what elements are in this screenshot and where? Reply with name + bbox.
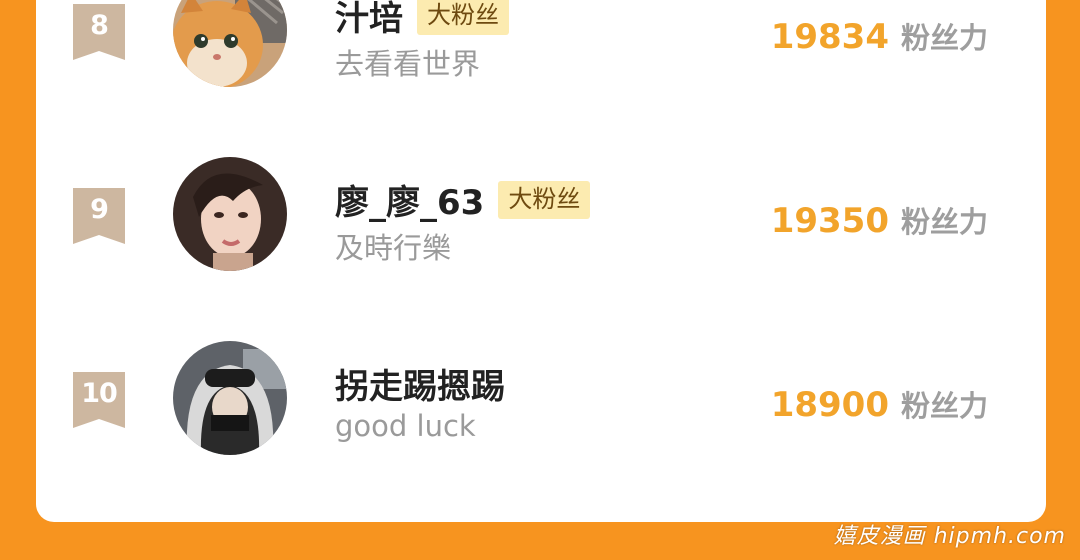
fan-power-score: 19350 粉丝力 [771, 199, 988, 241]
rank-ribbon-icon: 9 [73, 188, 125, 244]
user-signature: 去看看世界 [335, 47, 481, 81]
score-value: 19834 [770, 17, 889, 57]
rank-number: 10 [81, 378, 118, 409]
score-value: 18900 [770, 385, 889, 425]
score-unit: 粉丝力 [900, 205, 988, 239]
fan-level-badge: 大粉丝 [417, 0, 509, 35]
score-unit: 粉丝力 [900, 389, 988, 423]
ranking-row[interactable]: 8 汁培 大粉丝 去看看世界 19834 粉丝力 [36, 0, 1046, 112]
rank-ribbon-icon: 8 [73, 4, 125, 60]
user-signature: good luck [335, 409, 476, 443]
hooded-person-avatar[interactable] [173, 341, 287, 455]
ranking-row[interactable]: 10 拐走踢摁踢 good luck 18900 粉丝力 [36, 330, 1046, 480]
user-name[interactable]: 廖_廖_63 [335, 175, 484, 224]
rank-number: 9 [90, 194, 109, 225]
user-name[interactable]: 拐走踢摁踢 [335, 359, 505, 408]
fan-power-score: 18900 粉丝力 [771, 383, 988, 425]
fan-power-score: 19834 粉丝力 [771, 15, 988, 57]
fan-ranking-card: 8 汁培 大粉丝 去看看世界 19834 粉丝力 9 廖_廖_63 大粉丝 及時… [36, 0, 1046, 522]
ranking-row[interactable]: 9 廖_廖_63 大粉丝 及時行樂 19350 粉丝力 [36, 146, 1046, 296]
cat-avatar[interactable] [173, 0, 287, 87]
score-value: 19350 [770, 201, 889, 241]
rank-ribbon-icon: 10 [73, 372, 125, 428]
user-signature: 及時行樂 [335, 231, 452, 265]
user-name[interactable]: 汁培 [335, 0, 403, 40]
score-unit: 粉丝力 [900, 21, 988, 55]
fan-level-badge: 大粉丝 [498, 180, 591, 219]
site-watermark: 嬉皮漫画 hipmh.com [833, 524, 1066, 549]
woman-avatar[interactable] [173, 157, 287, 271]
rank-number: 8 [90, 10, 109, 41]
